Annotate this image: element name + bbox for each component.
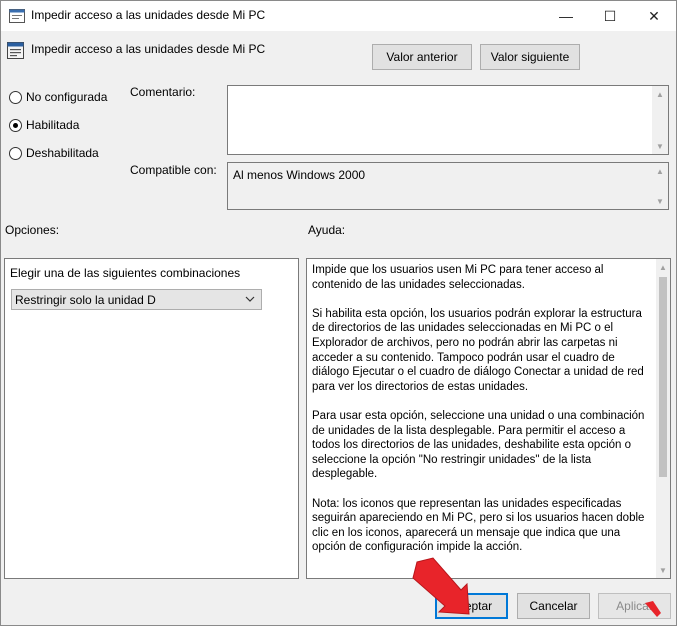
minimize-icon: — — [559, 8, 573, 24]
help-label: Ayuda: — [308, 223, 346, 237]
next-setting-button[interactable]: Valor siguiente — [480, 44, 580, 70]
scroll-down-icon[interactable]: ▼ — [652, 193, 668, 209]
help-panel: Impide que los usuarios usen Mi PC para … — [306, 258, 671, 579]
dropdown-value: Restringir solo la unidad D — [15, 292, 156, 307]
comment-field[interactable]: ▲ ▼ — [227, 85, 669, 155]
radio-circle — [9, 146, 22, 160]
scroll-up-icon[interactable]: ▲ — [656, 259, 670, 275]
supported-scrollbar[interactable]: ▲ ▼ — [652, 163, 668, 209]
supported-on-value: Al menos Windows 2000 — [233, 168, 366, 182]
previous-setting-button[interactable]: Valor anterior — [372, 44, 472, 70]
radio-label: Habilitada — [26, 118, 80, 132]
comment-scrollbar[interactable]: ▲ ▼ — [652, 86, 668, 154]
radio-label: No configurada — [26, 90, 108, 104]
maximize-button[interactable]: ☐ — [588, 1, 632, 31]
combination-label: Elegir una de las siguientes combinacion… — [10, 266, 241, 280]
policy-name: Impedir acceso a las unidades desde Mi P… — [31, 42, 266, 56]
close-button[interactable]: ✕ — [632, 1, 676, 31]
title-bar[interactable]: Impedir acceso a las unidades desde Mi P… — [1, 1, 676, 31]
scroll-down-icon[interactable]: ▼ — [656, 562, 670, 578]
close-icon: ✕ — [648, 7, 660, 24]
help-paragraph: Para usar esta opción, seleccione una un… — [312, 409, 645, 481]
radio-circle-selected — [9, 118, 22, 132]
help-scrollbar[interactable]: ▲ ▼ — [656, 259, 670, 578]
scroll-thumb[interactable] — [659, 277, 667, 477]
policy-window-icon — [9, 9, 25, 23]
minimize-button[interactable]: — — [544, 1, 588, 31]
help-paragraph: Nota: los iconos que representan las uni… — [312, 497, 645, 554]
options-label: Opciones: — [5, 223, 60, 237]
radio-disabled[interactable]: Deshabilitada — [9, 146, 99, 160]
comment-label: Comentario: — [130, 85, 196, 99]
help-viewport: Impide que los usuarios usen Mi PC para … — [307, 259, 657, 577]
annotation-arrow-icon — [645, 601, 661, 617]
drive-restriction-dropdown[interactable]: Restringir solo la unidad D — [11, 289, 262, 310]
policy-dialog: Impedir acceso a las unidades desde Mi P… — [0, 0, 677, 626]
cancel-button[interactable]: Cancelar — [517, 593, 590, 619]
radio-enabled[interactable]: Habilitada — [9, 118, 79, 132]
maximize-icon: ☐ — [603, 7, 617, 24]
radio-not-configured[interactable]: No configurada — [9, 90, 107, 104]
scroll-up-icon[interactable]: ▲ — [652, 163, 668, 179]
window-title: Impedir acceso a las unidades desde Mi P… — [31, 8, 266, 22]
chevron-down-icon — [245, 296, 255, 302]
radio-label: Deshabilitada — [26, 146, 99, 160]
supported-on-label: Compatible con: — [130, 163, 217, 177]
help-paragraph: Si habilita esta opción, los usuarios po… — [312, 307, 644, 393]
help-text: Impide que los usuarios usen Mi PC para … — [312, 263, 650, 569]
scroll-up-icon[interactable]: ▲ — [652, 86, 668, 102]
annotation-arrow-icon — [412, 557, 470, 615]
options-panel: Elegir una de las siguientes combinacion… — [4, 258, 299, 579]
help-paragraph: Impide que los usuarios usen Mi PC para … — [312, 264, 604, 291]
policy-setting-icon — [7, 42, 24, 59]
scroll-down-icon[interactable]: ▼ — [652, 138, 668, 154]
supported-on-field: Al menos Windows 2000 ▲ ▼ — [227, 162, 669, 210]
radio-circle — [9, 90, 22, 104]
